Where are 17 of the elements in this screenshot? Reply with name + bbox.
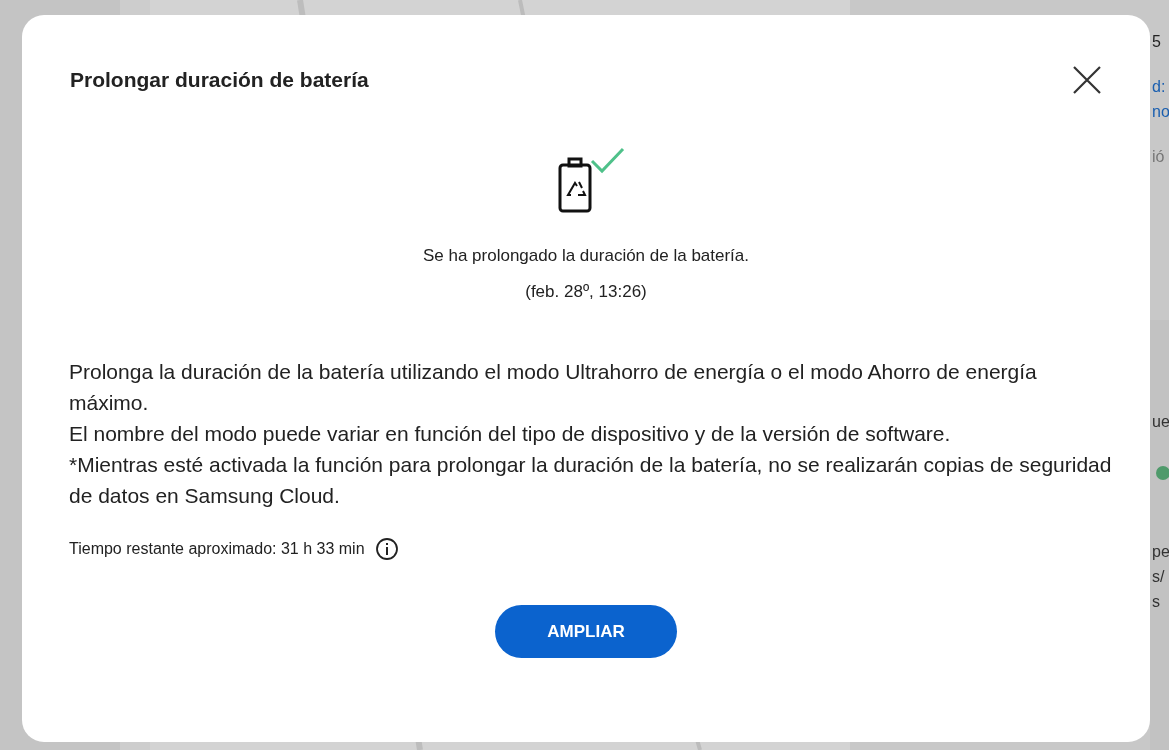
dialog-title: Prolongar duración de batería bbox=[70, 67, 369, 94]
background-text: s bbox=[1152, 592, 1160, 612]
background-text: ue bbox=[1152, 412, 1169, 432]
body-paragraph: *Mientras esté activada la función para prolongar la duración de la batería, no se realizarán copias de seguridad de datos en Samsung Cloud. bbox=[69, 452, 1112, 509]
background-text: d: bbox=[1152, 77, 1166, 97]
extend-button[interactable]: AMPLIAR bbox=[495, 605, 677, 658]
background-text: no bbox=[1152, 102, 1169, 122]
body-paragraph: El nombre del modo puede variar en función del tipo de dispositivo y de la versión de software. bbox=[69, 421, 952, 447]
background-text: s/ bbox=[1152, 567, 1165, 587]
background-text: 5 bbox=[1152, 32, 1161, 52]
remaining-time: Tiempo restante aproximado: 31 h 33 min bbox=[69, 539, 365, 559]
body-paragraph: Prolonga la duración de la batería utilizando el modo Ultrahorro de energía o el modo Ahorro de energía máximo. bbox=[69, 359, 1038, 416]
background-text: pe bbox=[1152, 542, 1169, 562]
background-text: ió bbox=[1152, 147, 1165, 167]
status-message: Se ha prolongado la duración de la batería. bbox=[421, 245, 751, 267]
info-icon[interactable] bbox=[374, 537, 399, 561]
timestamp: (feb. 28º, 13:26) bbox=[524, 280, 648, 303]
